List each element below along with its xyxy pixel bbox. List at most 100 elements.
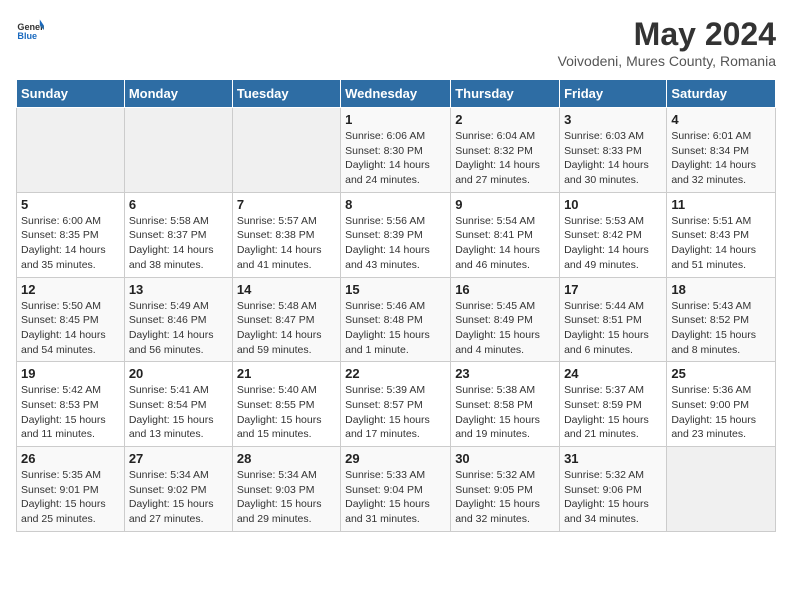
calendar-cell: 15 Sunrise: 5:46 AM Sunset: 8:48 PM Dayli… (341, 277, 451, 362)
logo-icon: General Blue (16, 16, 44, 44)
day-number: 3 (564, 112, 662, 127)
day-number: 29 (345, 451, 446, 466)
svg-text:Blue: Blue (17, 31, 37, 41)
day-info: Sunrise: 6:00 AM Sunset: 8:35 PM Dayligh… (21, 214, 120, 273)
day-number: 22 (345, 366, 446, 381)
day-number: 28 (237, 451, 336, 466)
column-header-saturday: Saturday (667, 80, 776, 108)
day-info: Sunrise: 5:40 AM Sunset: 8:55 PM Dayligh… (237, 383, 336, 442)
page-header: General Blue May 2024 Voivodeni, Mures C… (16, 16, 776, 69)
day-info: Sunrise: 5:37 AM Sunset: 8:59 PM Dayligh… (564, 383, 662, 442)
day-number: 18 (671, 282, 771, 297)
day-info: Sunrise: 5:34 AM Sunset: 9:02 PM Dayligh… (129, 468, 228, 527)
day-info: Sunrise: 6:04 AM Sunset: 8:32 PM Dayligh… (455, 129, 555, 188)
day-info: Sunrise: 5:39 AM Sunset: 8:57 PM Dayligh… (345, 383, 446, 442)
day-number: 24 (564, 366, 662, 381)
calendar-cell: 14 Sunrise: 5:48 AM Sunset: 8:47 PM Dayli… (232, 277, 340, 362)
column-header-friday: Friday (560, 80, 667, 108)
calendar-cell (124, 108, 232, 193)
calendar-cell: 5Sunrise: 6:00 AM Sunset: 8:35 PM Daylig… (17, 192, 125, 277)
calendar-cell: 8Sunrise: 5:56 AM Sunset: 8:39 PM Daylig… (341, 192, 451, 277)
day-number: 1 (345, 112, 446, 127)
day-number: 6 (129, 197, 228, 212)
day-info: Sunrise: 5:38 AM Sunset: 8:58 PM Dayligh… (455, 383, 555, 442)
day-number: 11 (671, 197, 771, 212)
calendar-subtitle: Voivodeni, Mures County, Romania (558, 53, 776, 69)
calendar-cell: 30 Sunrise: 5:32 AM Sunset: 9:05 PM Dayli… (451, 447, 560, 532)
day-info: Sunrise: 5:54 AM Sunset: 8:41 PM Dayligh… (455, 214, 555, 273)
day-number: 21 (237, 366, 336, 381)
calendar-cell: 26Sunrise: 5:35 AM Sunset: 9:01 PM Dayli… (17, 447, 125, 532)
calendar-cell: 7 Sunrise: 5:57 AM Sunset: 8:38 PM Daylig… (232, 192, 340, 277)
calendar-cell: 28 Sunrise: 5:34 AM Sunset: 9:03 PM Dayli… (232, 447, 340, 532)
day-info: Sunrise: 5:33 AM Sunset: 9:04 PM Dayligh… (345, 468, 446, 527)
calendar-cell: 10 Sunrise: 5:53 AM Sunset: 8:42 PM Dayli… (560, 192, 667, 277)
day-number: 12 (21, 282, 120, 297)
day-info: Sunrise: 5:35 AM Sunset: 9:01 PM Dayligh… (21, 468, 120, 527)
calendar-cell: 16 Sunrise: 5:45 AM Sunset: 8:49 PM Dayli… (451, 277, 560, 362)
day-info: Sunrise: 5:36 AM Sunset: 9:00 PM Dayligh… (671, 383, 771, 442)
calendar-cell: 18 Sunrise: 5:43 AM Sunset: 8:52 PM Dayli… (667, 277, 776, 362)
calendar-cell: 20 Sunrise: 5:41 AM Sunset: 8:54 PM Dayli… (124, 362, 232, 447)
day-info: Sunrise: 5:48 AM Sunset: 8:47 PM Dayligh… (237, 299, 336, 358)
day-info: Sunrise: 5:32 AM Sunset: 9:06 PM Dayligh… (564, 468, 662, 527)
calendar-cell: 27 Sunrise: 5:34 AM Sunset: 9:02 PM Dayli… (124, 447, 232, 532)
day-number: 14 (237, 282, 336, 297)
day-info: Sunrise: 5:42 AM Sunset: 8:53 PM Dayligh… (21, 383, 120, 442)
calendar-cell: 3Sunrise: 6:03 AM Sunset: 8:33 PM Daylig… (560, 108, 667, 193)
day-number: 25 (671, 366, 771, 381)
day-info: Sunrise: 5:51 AM Sunset: 8:43 PM Dayligh… (671, 214, 771, 273)
column-header-thursday: Thursday (451, 80, 560, 108)
day-number: 15 (345, 282, 446, 297)
day-number: 8 (345, 197, 446, 212)
day-info: Sunrise: 5:53 AM Sunset: 8:42 PM Dayligh… (564, 214, 662, 273)
day-number: 7 (237, 197, 336, 212)
day-info: Sunrise: 5:45 AM Sunset: 8:49 PM Dayligh… (455, 299, 555, 358)
day-number: 23 (455, 366, 555, 381)
week-row-4: 19Sunrise: 5:42 AM Sunset: 8:53 PM Dayli… (17, 362, 776, 447)
column-header-monday: Monday (124, 80, 232, 108)
title-area: May 2024 Voivodeni, Mures County, Romani… (558, 16, 776, 69)
week-row-5: 26Sunrise: 5:35 AM Sunset: 9:01 PM Dayli… (17, 447, 776, 532)
calendar-cell: 6 Sunrise: 5:58 AM Sunset: 8:37 PM Daylig… (124, 192, 232, 277)
day-info: Sunrise: 5:58 AM Sunset: 8:37 PM Dayligh… (129, 214, 228, 273)
calendar-cell: 23 Sunrise: 5:38 AM Sunset: 8:58 PM Dayli… (451, 362, 560, 447)
day-info: Sunrise: 5:32 AM Sunset: 9:05 PM Dayligh… (455, 468, 555, 527)
column-header-wednesday: Wednesday (341, 80, 451, 108)
day-number: 16 (455, 282, 555, 297)
day-info: Sunrise: 5:50 AM Sunset: 8:45 PM Dayligh… (21, 299, 120, 358)
day-number: 17 (564, 282, 662, 297)
calendar-cell: 25 Sunrise: 5:36 AM Sunset: 9:00 PM Dayli… (667, 362, 776, 447)
day-info: Sunrise: 5:46 AM Sunset: 8:48 PM Dayligh… (345, 299, 446, 358)
column-header-sunday: Sunday (17, 80, 125, 108)
day-number: 4 (671, 112, 771, 127)
calendar-table: SundayMondayTuesdayWednesdayThursdayFrid… (16, 79, 776, 532)
day-info: Sunrise: 6:06 AM Sunset: 8:30 PM Dayligh… (345, 129, 446, 188)
week-row-1: 1 Sunrise: 6:06 AM Sunset: 8:30 PM Daylig… (17, 108, 776, 193)
day-number: 27 (129, 451, 228, 466)
day-number: 13 (129, 282, 228, 297)
calendar-cell: 9 Sunrise: 5:54 AM Sunset: 8:41 PM Daylig… (451, 192, 560, 277)
header-row: SundayMondayTuesdayWednesdayThursdayFrid… (17, 80, 776, 108)
calendar-cell: 2 Sunrise: 6:04 AM Sunset: 8:32 PM Daylig… (451, 108, 560, 193)
calendar-cell: 13 Sunrise: 5:49 AM Sunset: 8:46 PM Dayli… (124, 277, 232, 362)
calendar-cell: 24 Sunrise: 5:37 AM Sunset: 8:59 PM Dayli… (560, 362, 667, 447)
day-number: 20 (129, 366, 228, 381)
week-row-3: 12 Sunrise: 5:50 AM Sunset: 8:45 PM Dayli… (17, 277, 776, 362)
logo: General Blue (16, 16, 44, 44)
day-number: 31 (564, 451, 662, 466)
day-number: 9 (455, 197, 555, 212)
day-info: Sunrise: 5:43 AM Sunset: 8:52 PM Dayligh… (671, 299, 771, 358)
day-number: 30 (455, 451, 555, 466)
calendar-cell: 19Sunrise: 5:42 AM Sunset: 8:53 PM Dayli… (17, 362, 125, 447)
day-number: 2 (455, 112, 555, 127)
day-info: Sunrise: 5:41 AM Sunset: 8:54 PM Dayligh… (129, 383, 228, 442)
day-info: Sunrise: 5:34 AM Sunset: 9:03 PM Dayligh… (237, 468, 336, 527)
calendar-cell: 29 Sunrise: 5:33 AM Sunset: 9:04 PM Dayli… (341, 447, 451, 532)
day-number: 10 (564, 197, 662, 212)
day-info: Sunrise: 5:49 AM Sunset: 8:46 PM Dayligh… (129, 299, 228, 358)
day-info: Sunrise: 5:57 AM Sunset: 8:38 PM Dayligh… (237, 214, 336, 273)
calendar-cell: 22 Sunrise: 5:39 AM Sunset: 8:57 PM Dayli… (341, 362, 451, 447)
calendar-cell: 31 Sunrise: 5:32 AM Sunset: 9:06 PM Dayli… (560, 447, 667, 532)
calendar-cell: 1 Sunrise: 6:06 AM Sunset: 8:30 PM Daylig… (341, 108, 451, 193)
